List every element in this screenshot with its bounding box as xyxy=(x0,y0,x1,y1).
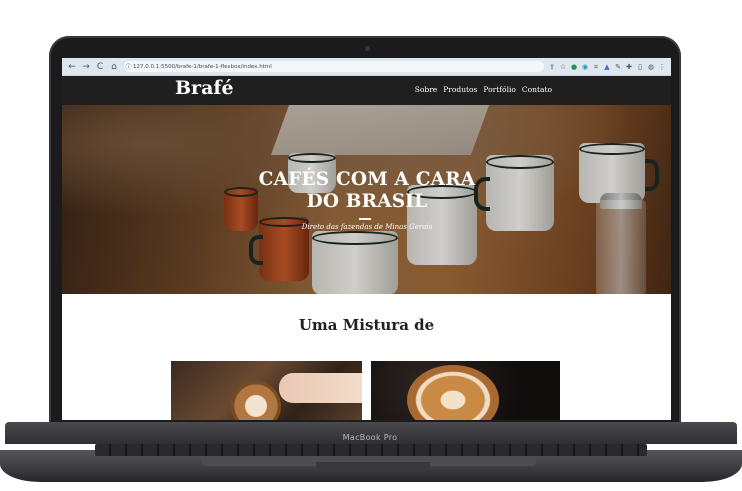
puzzle-icon[interactable]: ✚ xyxy=(624,62,634,72)
home-button[interactable]: ⌂ xyxy=(108,61,120,73)
forward-button[interactable]: → xyxy=(80,61,92,73)
hero-subtitle: Direto das fazendas de Minas Gerais xyxy=(301,223,433,231)
browser-extensions: ⇪ ☆ ● ◉ ⌗ ▲ ✎ ✚ ▯ ◍ ⋮ xyxy=(546,62,671,72)
browser-toolbar: ← → C ⌂ ⓘ 127.0.0.1:5500/brafe-1/brafe-1… xyxy=(62,58,671,76)
section-title: Uma Mistura de xyxy=(298,316,435,334)
pen-icon[interactable]: ✎ xyxy=(613,62,623,72)
keyboard xyxy=(95,444,647,456)
menu-item-portfolio[interactable]: Portfólio xyxy=(483,85,515,94)
latte-art-image xyxy=(407,365,499,420)
model-label: MacBook Pro xyxy=(342,433,398,442)
extension-icon[interactable]: ▲ xyxy=(602,62,612,72)
profile-icon[interactable]: ◍ xyxy=(646,62,656,72)
star-icon[interactable]: ☆ xyxy=(558,62,568,72)
product-image-card[interactable] xyxy=(171,361,362,420)
laptop-screen: ← → C ⌂ ⓘ 127.0.0.1:5500/brafe-1/brafe-1… xyxy=(62,58,671,420)
sidebar-icon[interactable]: ▯ xyxy=(635,62,645,72)
lid-notch xyxy=(316,462,430,472)
site-menu: Sobre Produtos Portfólio Contato xyxy=(415,85,552,94)
menu-item-contato[interactable]: Contato xyxy=(522,85,552,94)
hero-banner: CAFÉS COM A CARA DO BRASIL Direto das fa… xyxy=(62,105,671,294)
extension-icon[interactable]: ● xyxy=(569,62,579,72)
hand-image xyxy=(279,373,362,403)
extension-icon[interactable]: ⌗ xyxy=(591,62,601,72)
hero-title: CAFÉS COM A CARA DO BRASIL xyxy=(258,169,476,212)
share-icon[interactable]: ⇪ xyxy=(547,62,557,72)
site-header: Brafé Sobre Produtos Portfólio Contato xyxy=(62,76,671,105)
menu-icon[interactable]: ⋮ xyxy=(657,62,667,72)
menu-item-produtos[interactable]: Produtos xyxy=(443,85,477,94)
camera-icon xyxy=(365,46,370,51)
hero-divider xyxy=(359,218,371,220)
product-image-card[interactable] xyxy=(371,361,560,420)
reload-button[interactable]: C xyxy=(94,61,106,73)
latte-art-image xyxy=(231,381,281,420)
info-icon[interactable]: ⓘ xyxy=(124,62,133,71)
extension-icon[interactable]: ◉ xyxy=(580,62,590,72)
brand-logo[interactable]: Brafé xyxy=(175,77,234,99)
menu-item-sobre[interactable]: Sobre xyxy=(415,85,437,94)
address-bar[interactable]: ⓘ 127.0.0.1:5500/brafe-1/brafe-1-flexbox… xyxy=(124,61,544,72)
back-button[interactable]: ← xyxy=(66,61,78,73)
address-url[interactable]: 127.0.0.1:5500/brafe-1/brafe-1-flexbox/i… xyxy=(133,64,272,70)
